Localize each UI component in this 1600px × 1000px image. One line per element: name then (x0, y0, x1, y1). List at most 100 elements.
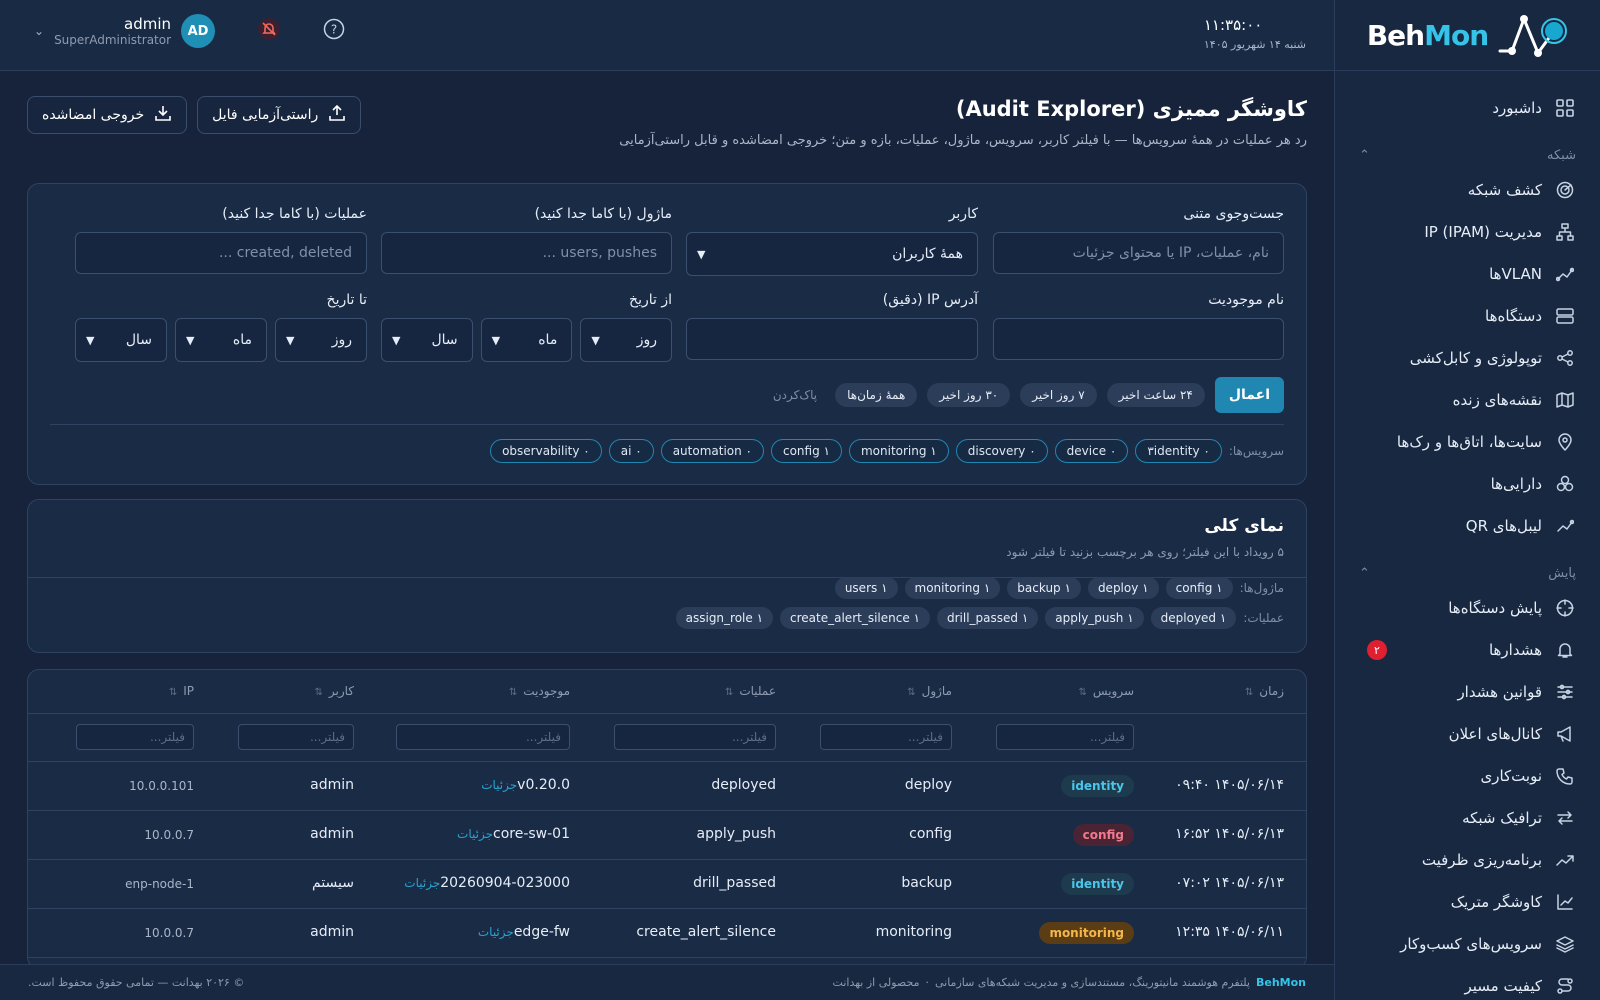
col-entity[interactable]: موجودیت ⇅ (509, 684, 570, 698)
sidebar-item-dashboard[interactable]: داشبورد (1335, 87, 1600, 129)
arrows-icon (1554, 807, 1576, 829)
details-link[interactable]: جزئیات (481, 778, 517, 792)
from-month-select[interactable]: ماه ▼ (480, 318, 573, 362)
service-filter-input[interactable]: فیلتر... (996, 724, 1134, 750)
download-icon (154, 104, 172, 126)
sidebar-item-radar[interactable]: کشف شبکه (1335, 169, 1600, 211)
col-user[interactable]: کاربر ⇅ (314, 684, 354, 698)
sidebar-item-share[interactable]: توپولوژی و کابل‌کشی (1335, 337, 1600, 379)
col-op[interactable]: عملیات ⇅ (725, 684, 776, 698)
sidebar-item-boxes[interactable]: دارایی‌ها (1335, 463, 1600, 505)
quick-range-7d[interactable]: ۷ روز اخیر (1020, 383, 1097, 407)
op-tag[interactable]: assign_role ۱ (675, 607, 774, 629)
quick-range-24h[interactable]: ۲۴ ساعت اخیر (1106, 383, 1205, 407)
quick-range-30d[interactable]: ۳۰ روز اخیر (927, 383, 1011, 407)
table-row[interactable]: ۱۴۰۵/۰۶/۱۴ ۰۹:۴۰ identity deploy deployed v0… (28, 762, 1306, 811)
help-icon[interactable]: ? (323, 18, 345, 44)
col-service[interactable]: سرویس ⇅ (1079, 684, 1135, 698)
service-chip[interactable]: device ۰ (1054, 439, 1129, 463)
op-tag[interactable]: apply_push ۱ (1045, 607, 1144, 629)
sidebar-item-map[interactable]: نقشه‌های زنده (1335, 379, 1600, 421)
op-tag[interactable]: deployed ۱ (1150, 607, 1237, 629)
sidebar-section-monitoring[interactable]: پایش ⌃ (1335, 547, 1600, 587)
sidebar-item-vlan[interactable]: VLANها (1335, 253, 1600, 295)
bell-off-icon[interactable] (257, 17, 281, 45)
overview-panel: نمای کلی ۵ رویداد با این فیلتر؛ روی هر ب… (27, 499, 1307, 653)
quick-range-all[interactable]: همهٔ زمان‌ها (835, 383, 918, 407)
chevron-down-icon: ▼ (391, 333, 401, 347)
user-filter-input[interactable]: فیلتر... (238, 724, 354, 750)
sidebar-item-layers[interactable]: سرویس‌های کسب‌وکار (1335, 923, 1600, 965)
user-menu[interactable]: ⌄ admin SuperAdministrator AD ? (34, 14, 345, 48)
module-tag[interactable]: deploy ۱ (1087, 577, 1159, 599)
op-tag[interactable]: drill_passed ۱ (936, 607, 1039, 629)
op-tag[interactable]: create_alert_silence ۱ (780, 607, 930, 629)
service-chip[interactable]: automation ۰ (660, 439, 764, 463)
sidebar-item-phone[interactable]: نوبت‌کاری (1335, 755, 1600, 797)
user-select[interactable]: همهٔ کاربران ▼ (686, 232, 978, 276)
service-chip[interactable]: monitoring ۱ (848, 439, 949, 463)
sidebar-item-megaphone[interactable]: کانال‌های اعلان (1335, 713, 1600, 755)
apply-button[interactable]: اعمال (1214, 377, 1284, 413)
service-chip[interactable]: ۳identity ۰ (1135, 439, 1222, 463)
table-row[interactable]: ۱۴۰۵/۰۶/۱۳ ۰۷:۰۲ identity backup drill_pass… (28, 860, 1306, 909)
table-row[interactable]: ۱۴۰۵/۰۶/۱۳ ۱۶:۵۲ config config apply_push co… (28, 811, 1306, 860)
module-input[interactable]: users, pushes ... (381, 232, 672, 274)
from-day-select[interactable]: روز ▼ (580, 318, 672, 362)
service-chip[interactable]: observability ۰ (490, 439, 602, 463)
service-chip[interactable]: config ۱ (770, 439, 842, 463)
sidebar-section-network[interactable]: شبکه ⌃ (1335, 129, 1600, 169)
radar-icon (1554, 179, 1576, 201)
entity-input[interactable] (993, 318, 1284, 360)
sidebar-item-server[interactable]: دستگاه‌ها (1335, 295, 1600, 337)
module-tag[interactable]: monitoring ۱ (904, 577, 1001, 599)
module-tag[interactable]: config ۱ (1165, 577, 1233, 599)
brand-name: BehMon (1366, 18, 1489, 52)
service-badge: identity (1061, 873, 1134, 895)
entity-filter-input[interactable]: فیلتر... (396, 724, 570, 750)
ip-input[interactable] (686, 318, 978, 360)
sidebar-item-crosshair[interactable]: پایش دستگاه‌ها (1335, 587, 1600, 629)
sidebar-item-chart[interactable]: کاوشگر متریک (1335, 881, 1600, 923)
sidebar-item-location-pin[interactable]: سایت‌ها، اتاق‌ها و رک‌ها (1335, 421, 1600, 463)
sidebar-item-arrows[interactable]: ترافیک شبکه (1335, 797, 1600, 839)
service-chip[interactable]: ai ۰ (608, 439, 654, 463)
header-label: موجودیت (523, 684, 570, 698)
clear-button[interactable]: پاک‌کردن (773, 388, 817, 402)
footer-separator: · (925, 976, 929, 989)
to-day-select[interactable]: روز ▼ (275, 318, 367, 362)
sidebar-item-route[interactable]: کیفیت مسیر (1335, 965, 1600, 1000)
col-ip[interactable]: IP ⇅ (169, 684, 194, 698)
col-module[interactable]: ماژول ⇅ (907, 684, 952, 698)
avatar[interactable]: AD (181, 14, 216, 48)
text-search-input[interactable]: نام، عملیات، IP یا محتوای جزئیات (993, 232, 1284, 274)
sidebar-item-bell[interactable]: هشدارها ۲ (1335, 629, 1600, 671)
module-tag[interactable]: backup ۱ (1007, 577, 1081, 599)
sidebar-item-sliders[interactable]: قوانین هشدار (1335, 671, 1600, 713)
chevron-down-icon: ▼ (286, 333, 295, 347)
table-row[interactable]: ۱۴۰۵/۰۶/۱۱ ۱۲:۳۵ monitoring monitoring crea… (28, 909, 1306, 958)
details-link[interactable]: جزئیات (404, 876, 440, 890)
verify-file-button[interactable]: راستی‌آزمایی فایل (197, 96, 362, 134)
to-month-select[interactable]: ماه ▼ (175, 318, 267, 362)
module-tag[interactable]: users ۱ (834, 577, 898, 599)
op-filter-input[interactable]: فیلتر... (614, 724, 776, 750)
module-filter-input[interactable]: فیلتر... (820, 724, 952, 750)
ops-input[interactable]: created, deleted ... (75, 232, 367, 274)
from-year-select[interactable]: سال ▼ (380, 318, 473, 362)
sidebar-item-trend[interactable]: برنامه‌ریزی ظرفیت (1335, 839, 1600, 881)
logo[interactable]: BehMon (1335, 0, 1600, 71)
service-chip[interactable]: discovery ۰ (955, 439, 1048, 463)
cell-entity: 20260904-023000جزئیات (396, 875, 570, 891)
chevron-down-icon[interactable]: ⌄ (34, 24, 44, 38)
to-year-select[interactable]: سال ▼ (75, 318, 167, 362)
details-link[interactable]: جزئیات (478, 925, 514, 939)
map-icon (1554, 389, 1576, 411)
select-value: ماه (538, 332, 558, 348)
sidebar-item-sitemap[interactable]: مدیریت IP (IPAM) (1335, 211, 1600, 253)
export-signed-button[interactable]: خروجی امضاشده (27, 96, 188, 134)
ip-filter-input[interactable]: فیلتر... (76, 724, 194, 750)
col-time[interactable]: زمان ⇅ (1245, 684, 1284, 698)
sidebar-item-qr[interactable]: لیبل‌های QR (1335, 505, 1600, 547)
details-link[interactable]: جزئیات (457, 827, 493, 841)
